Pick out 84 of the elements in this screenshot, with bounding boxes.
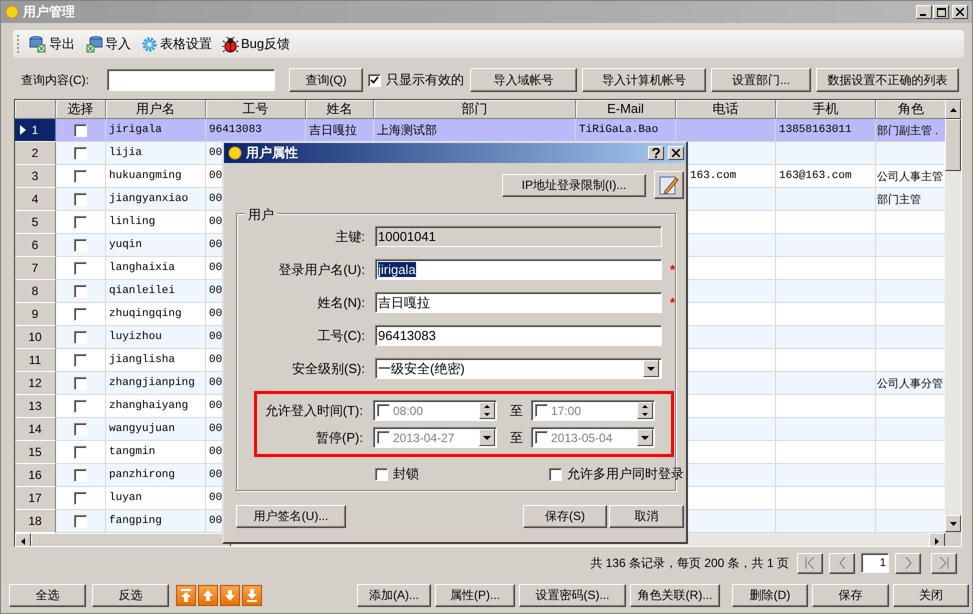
row-number: 3 bbox=[32, 169, 38, 183]
checkbox-label: 只显示有效的 bbox=[386, 71, 464, 89]
table-cell: zhanghaiyang bbox=[109, 400, 188, 412]
table-cell-text: 公司人事主管 bbox=[877, 170, 943, 184]
row-number: 7 bbox=[32, 261, 38, 275]
table-cell: jirigala bbox=[109, 124, 162, 136]
field-label: 姓名(N): bbox=[316, 294, 365, 312]
dialog-title: 用户属性 bbox=[246, 144, 298, 162]
row-number: 12 bbox=[28, 376, 42, 390]
row-number: 4 bbox=[32, 192, 38, 206]
table-cell: luyan bbox=[109, 492, 142, 504]
table-cell: tangmin bbox=[109, 446, 156, 458]
checkbox-label: 允许多用户同时登录 bbox=[567, 465, 684, 483]
table-cell: 13858163011 bbox=[779, 124, 852, 136]
row-number: 18 bbox=[28, 514, 42, 528]
table-cell: 00 bbox=[209, 400, 222, 412]
table-cell-text: 部门主管 bbox=[877, 192, 921, 206]
table-cell: jiangyanxiao bbox=[109, 193, 188, 205]
row-number: 6 bbox=[32, 238, 38, 252]
row-number: 9 bbox=[32, 307, 38, 321]
field-label: 允许登入时间(T): bbox=[264, 402, 363, 420]
row-number: 10 bbox=[28, 330, 42, 344]
table-cell: 00 bbox=[209, 492, 222, 504]
table-cell: 00 bbox=[209, 285, 222, 297]
table-cell: zhuqingqing bbox=[109, 308, 182, 320]
row-number: 1 bbox=[32, 123, 38, 137]
table-cell: 00 bbox=[209, 354, 222, 366]
table-cell: lijia bbox=[109, 147, 142, 159]
table-cell: 163@163.com bbox=[779, 170, 852, 182]
key-field: 10001041 bbox=[375, 226, 662, 247]
table-cell: 00 bbox=[209, 469, 222, 481]
table-cell: 00 bbox=[209, 239, 222, 251]
table-cell: luyizhou bbox=[109, 331, 162, 343]
table-cell: jianglisha bbox=[109, 354, 176, 366]
window-title: 用户管理 bbox=[23, 3, 75, 21]
row-number: 16 bbox=[28, 468, 42, 482]
query-label: 查询内容(C): bbox=[21, 72, 90, 88]
checkbox-label: 封锁 bbox=[393, 465, 419, 483]
table-cell: linling bbox=[109, 216, 156, 228]
field-label: 登录用户名(U): bbox=[277, 260, 365, 278]
required-mark: * bbox=[670, 295, 675, 310]
table-cell: 上海测试部 bbox=[377, 122, 437, 138]
table-cell: 00 bbox=[209, 147, 222, 159]
table-cell: 00 bbox=[209, 377, 222, 389]
row-number: 5 bbox=[32, 215, 38, 229]
row-number: 14 bbox=[28, 422, 42, 436]
field-label: 主键: bbox=[334, 228, 365, 246]
table-cell: 00 bbox=[209, 446, 222, 458]
table-cell: 00 bbox=[209, 216, 222, 228]
table-cell: wangyujuan bbox=[109, 423, 176, 435]
table-cell-text: 部门副主管 . bbox=[877, 124, 938, 138]
field-label: 暂停(P): bbox=[315, 428, 363, 446]
group-title: 用户 bbox=[245, 206, 277, 224]
table-cell: 00 bbox=[209, 262, 222, 274]
table-cell: hukuangming bbox=[109, 170, 182, 182]
table-cell: langhaixia bbox=[109, 262, 176, 274]
table-cell: yuqin bbox=[109, 239, 142, 251]
table-cell: 163.com bbox=[690, 170, 736, 182]
table-cell: 吉日嘎拉 bbox=[309, 122, 357, 138]
range-separator: 至 bbox=[510, 402, 523, 420]
table-cell: 00 bbox=[209, 515, 222, 527]
row-number: 11 bbox=[28, 353, 42, 367]
table-cell: panzhirong bbox=[109, 469, 176, 481]
row-number: 17 bbox=[28, 491, 42, 505]
required-mark: * bbox=[670, 262, 675, 277]
field-label: 工号(C): bbox=[316, 326, 365, 344]
table-cell: TiRiGaLa.Bao bbox=[579, 124, 658, 136]
table-cell: 00 bbox=[209, 308, 222, 320]
table-cell: zhangjianping bbox=[109, 377, 195, 389]
row-number: 15 bbox=[28, 445, 42, 459]
table-cell: 00 bbox=[209, 423, 222, 435]
table-cell: fangping bbox=[109, 515, 162, 527]
table-cell-text: 公司人事分管 bbox=[877, 376, 943, 390]
row-number: 8 bbox=[32, 284, 38, 298]
table-cell: 96413083 bbox=[209, 124, 262, 136]
record-summary: 共 136 条记录，每页 200 条，共 1 页 bbox=[590, 554, 789, 572]
table-cell: qianleilei bbox=[109, 285, 176, 297]
row-number: 13 bbox=[28, 399, 42, 413]
table-cell: 00 bbox=[209, 170, 222, 182]
field-label: 安全级别(S): bbox=[291, 360, 365, 378]
range-separator: 至 bbox=[510, 428, 523, 446]
table-cell: 00 bbox=[209, 193, 222, 205]
row-number: 2 bbox=[32, 146, 38, 160]
table-cell: 00 bbox=[209, 331, 222, 343]
